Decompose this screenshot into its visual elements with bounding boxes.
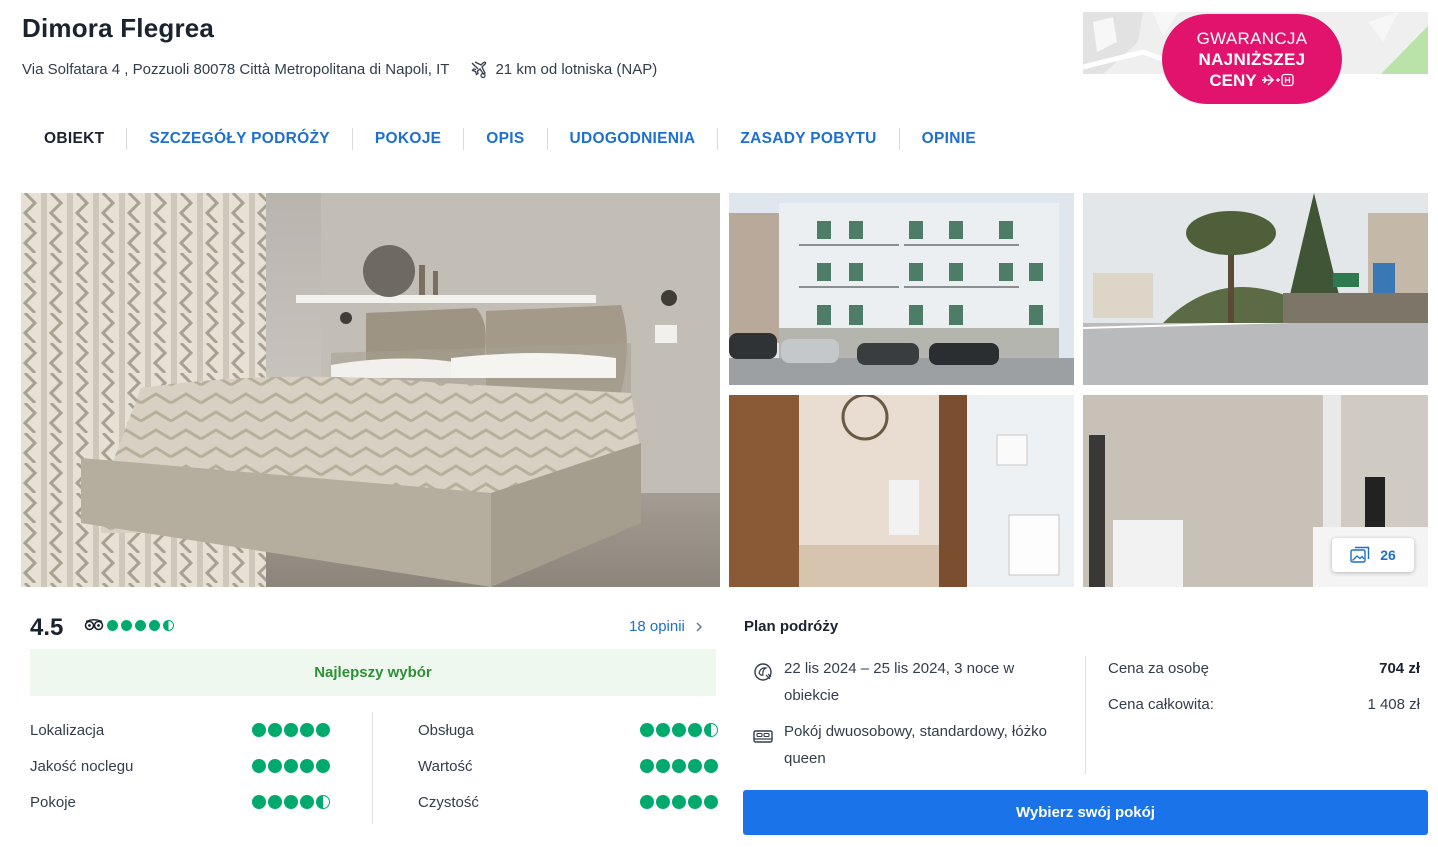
gallery-thumb-street[interactable] <box>1083 193 1428 385</box>
gallery-main-photo-bedroom[interactable] <box>21 193 720 587</box>
category-divider <box>372 712 373 824</box>
category-dots <box>640 723 718 737</box>
category-score-row: Lokalizacja <box>30 712 330 748</box>
category-scores-left: Lokalizacja Jakość noclegu Pokoje <box>30 712 330 820</box>
calendar-moon-icon <box>754 663 772 681</box>
category-label: Lokalizacja <box>30 721 105 739</box>
category-score-row: Pokoje <box>30 784 330 820</box>
rating-bubble-half <box>163 619 174 631</box>
airport-distance: 21 km od lotniska (NAP) <box>495 60 658 78</box>
tab-obiekt[interactable]: OBIEKT <box>22 128 126 150</box>
hallway-photo <box>729 395 1074 587</box>
badge-line-3-text: CENY <box>1209 70 1257 90</box>
category-scores: Lokalizacja Jakość noclegu Pokoje Obsług… <box>30 712 718 824</box>
flight-plus-hotel-icon <box>1261 73 1294 87</box>
category-label: Jakość noclegu <box>30 757 134 775</box>
room-type: Pokój dwuosobowy, standardowy, łóżko que… <box>752 718 1072 772</box>
plan-divider <box>1085 656 1086 774</box>
choose-room-button[interactable]: Wybierz swój pokój <box>743 790 1428 835</box>
reviews-link[interactable]: 18 opinii <box>629 618 703 635</box>
category-score-row: Jakość noclegu <box>30 748 330 784</box>
street-photo <box>1083 193 1428 385</box>
best-choice-banner: Najlepszy wybór <box>30 649 716 696</box>
photo-count: 26 <box>1380 547 1396 563</box>
trip-plan-title: Plan podróży <box>744 618 839 635</box>
price-per-person-row: Cena za osobę 704 zł <box>1108 660 1420 677</box>
chevron-right-icon <box>696 621 702 632</box>
bed-icon <box>753 730 773 743</box>
category-dots <box>252 795 330 809</box>
building-photo <box>729 193 1074 385</box>
category-scores-right: Obsługa Wartość Czystość <box>418 712 718 820</box>
total-price-row: Cena całkowita: 1 408 zł <box>1108 696 1420 713</box>
total-price-value: 1 408 zł <box>1367 696 1420 713</box>
gallery-thumb-hallway[interactable] <box>729 395 1074 587</box>
category-label: Wartość <box>418 757 473 775</box>
price-per-person-value: 704 zł <box>1379 660 1420 677</box>
rating-bubble <box>107 619 118 631</box>
badge-line-3: CENY <box>1162 70 1342 91</box>
tab-description[interactable]: OPIS <box>463 128 546 150</box>
photos-icon <box>1350 546 1370 563</box>
badge-line-1: GWARANCJA <box>1196 28 1308 48</box>
tab-trip-details[interactable]: SZCZEGÓŁY PODRÓŻY <box>126 128 352 150</box>
section-nav: OBIEKT SZCZEGÓŁY PODRÓŻY POKOJE OPIS UDO… <box>22 126 998 152</box>
category-dots <box>640 795 718 809</box>
address-row: Via Solfatara 4 , Pozzuoli 80078 Città M… <box>22 59 657 79</box>
tab-house-rules[interactable]: ZASADY POBYTU <box>717 128 898 150</box>
category-score-row: Wartość <box>418 748 718 784</box>
hotel-name: Dimora Flegrea <box>22 13 215 43</box>
category-score-row: Obsługa <box>418 712 718 748</box>
rating-score: 4.5 <box>30 614 64 641</box>
tab-amenities[interactable]: UDOGODNIENIA <box>546 128 718 150</box>
trip-dates-text: 22 lis 2024 – 25 lis 2024, 3 noce w obie… <box>784 660 1015 704</box>
price-per-person-label: Cena za osobę <box>1108 660 1209 677</box>
trip-dates: 22 lis 2024 – 25 lis 2024, 3 noce w obie… <box>752 655 1072 709</box>
photo-count-button[interactable]: 26 <box>1332 538 1414 572</box>
rating-bubble <box>135 619 146 631</box>
lowest-price-guarantee-badge[interactable]: GWARANCJA NAJNIŻSZEJ CENY <box>1162 14 1342 104</box>
tripadvisor-rating <box>84 619 174 631</box>
tab-rooms[interactable]: POKOJE <box>351 128 463 150</box>
category-score-row: Czystość <box>418 784 718 820</box>
bedroom-photo <box>21 193 720 587</box>
total-price-label: Cena całkowita: <box>1108 696 1214 713</box>
category-label: Czystość <box>418 793 479 811</box>
room-type-text: Pokój dwuosobowy, standardowy, łóżko que… <box>784 723 1047 767</box>
badge-line-2: NAJNIŻSZEJ <box>1198 49 1306 69</box>
category-dots <box>252 723 330 737</box>
reviews-count: 18 opinii <box>629 618 685 635</box>
gallery-thumb-building[interactable] <box>729 193 1074 385</box>
hotel-address: Via Solfatara 4 , Pozzuoli 80078 Città M… <box>22 60 450 78</box>
category-label: Obsługa <box>418 721 474 739</box>
category-dots <box>252 759 330 773</box>
rating-bubble <box>149 619 160 631</box>
category-dots <box>640 759 718 773</box>
rating-bubble <box>121 619 132 631</box>
tab-reviews[interactable]: OPINIE <box>898 128 998 150</box>
category-label: Pokoje <box>30 793 76 811</box>
tripadvisor-owl-icon <box>84 619 104 631</box>
airport-distance-icon <box>471 61 487 79</box>
